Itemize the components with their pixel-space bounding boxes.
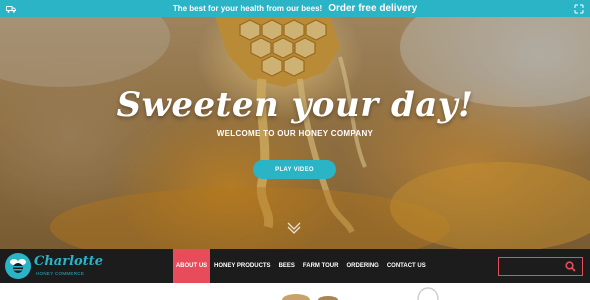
- promo-delivery-link[interactable]: Order free delivery: [328, 3, 417, 14]
- nav-menu: ABOUT US HONEY PRODUCTS BEES FARM TOUR O…: [173, 249, 430, 283]
- search-box: [498, 257, 583, 276]
- nav-item-ordering[interactable]: ORDERING: [342, 249, 382, 283]
- hero-subtitle: WELCOME TO OUR HONEY COMPANY: [216, 129, 374, 138]
- nav-item-honey-products[interactable]: HONEY PRODUCTS: [210, 249, 275, 283]
- chevron-down-icon[interactable]: [286, 220, 302, 234]
- search-icon[interactable]: [565, 261, 576, 272]
- bee-icon: [10, 259, 26, 273]
- nav-item-about-us[interactable]: ABOUT US: [173, 249, 210, 283]
- content-preview-strip: [0, 283, 590, 300]
- logo-name: Charlotte: [34, 254, 103, 269]
- play-video-button[interactable]: PLAY VIDEO: [253, 160, 336, 179]
- promo-text: The best for your health from our bees!: [172, 4, 323, 13]
- logo-badge: [5, 253, 31, 279]
- search-input[interactable]: [499, 258, 561, 275]
- expand-icon[interactable]: [574, 4, 584, 14]
- promo-bar: The best for your health from our bees! …: [0, 0, 590, 17]
- hero-banner: Sweeten your day! WELCOME TO OUR HONEY C…: [0, 17, 590, 249]
- product-images-preview: [282, 287, 439, 300]
- logo[interactable]: Charlotte HONEY COMMERCE: [5, 253, 115, 280]
- nav-item-farm-tour[interactable]: FARM TOUR: [299, 249, 343, 283]
- hero-title: Sweeten your day!: [116, 85, 474, 125]
- logo-tagline: HONEY COMMERCE: [36, 271, 85, 276]
- nav-item-bees[interactable]: BEES: [275, 249, 299, 283]
- truck-icon: [6, 6, 16, 13]
- nav-item-contact-us[interactable]: CONTACT US: [383, 249, 430, 283]
